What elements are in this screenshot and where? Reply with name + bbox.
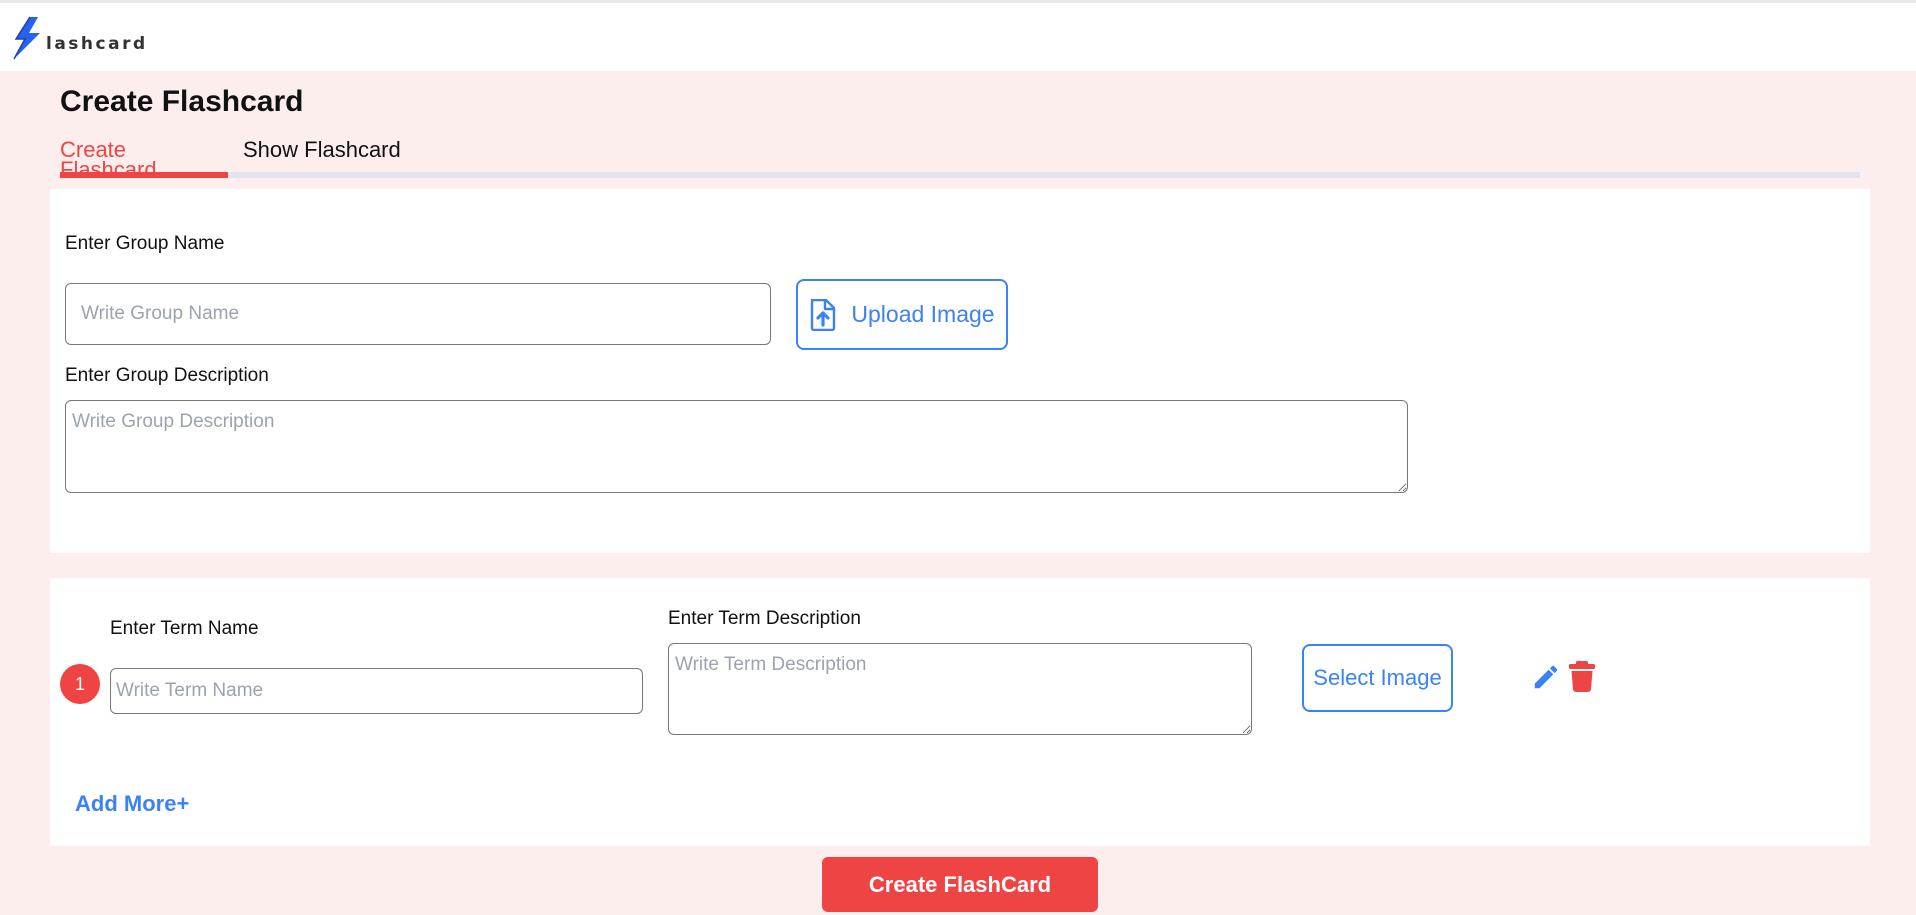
page-body: Create Flashcard Create Flashcard Show F… [0,71,1916,915]
active-tab-indicator [60,172,228,178]
upload-image-label: Upload Image [851,301,995,327]
upload-image-button[interactable]: Upload Image [796,279,1008,350]
edit-term-button[interactable] [1530,661,1562,693]
trash-icon [1569,660,1595,692]
pencil-icon [1531,662,1561,692]
term-description-textarea[interactable] [668,643,1252,735]
select-image-label: Select Image [1313,665,1442,690]
group-form-card: Enter Group Name Upload Image Enter Grou… [50,189,1870,553]
group-description-textarea[interactable] [65,400,1408,493]
term-number-badge: 1 [60,664,100,704]
top-bar: lashcard [0,0,1916,71]
file-upload-icon [809,298,837,331]
terms-form-card: 1 Enter Term Name Enter Term Description… [50,578,1870,846]
select-image-button[interactable]: Select Image [1302,644,1453,712]
tab-show-flashcard[interactable]: Show Flashcard [243,135,401,178]
page-title: Create Flashcard [60,85,304,118]
create-flashcard-button[interactable]: Create FlashCard [822,857,1098,912]
group-name-label: Enter Group Name [65,233,225,254]
term-number: 1 [74,673,85,694]
tab-label: Show Flashcard [243,137,401,162]
lightning-bolt-icon [10,15,44,66]
tab-bar: Create Flashcard Show Flashcard [60,135,1860,181]
delete-term-button[interactable] [1567,659,1597,693]
add-more-link[interactable]: Add More+ [75,791,189,817]
term-description-label: Enter Term Description [668,608,861,629]
app-logo[interactable]: lashcard [10,15,148,66]
term-name-input[interactable] [110,668,643,714]
group-name-input[interactable] [65,283,771,345]
logo-text: lashcard [46,33,148,54]
term-name-label: Enter Term Name [110,618,259,639]
group-description-label: Enter Group Description [65,365,269,386]
